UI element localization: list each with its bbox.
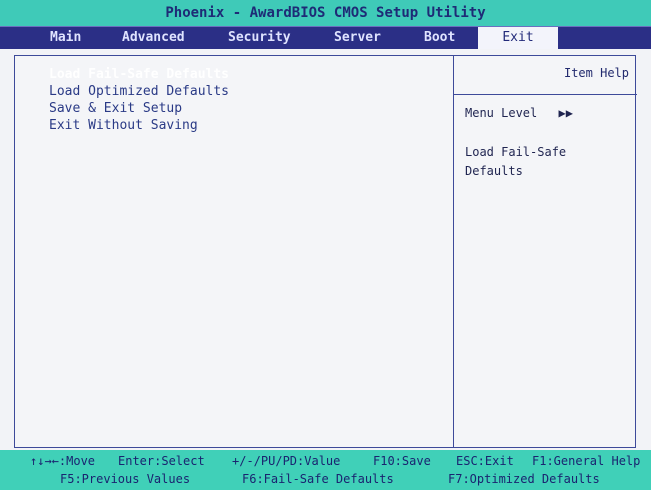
key-general-help: F1:General Help — [532, 454, 641, 468]
title-bar: Phoenix - AwardBIOS CMOS Setup Utility — [0, 0, 651, 26]
key-save: F10:Save — [373, 454, 431, 468]
menu-level-arrow-icon: ▶▶ — [558, 106, 573, 120]
key-exit: ESC:Exit — [456, 454, 514, 468]
menu-level-label: Menu Level — [465, 106, 538, 120]
tab-boot[interactable]: Boot — [418, 27, 461, 49]
tab-exit[interactable]: Exit — [478, 27, 558, 49]
exit-options-list: Load Fail-Safe Defaults Load Optimized D… — [49, 66, 229, 134]
key-previous-values: F5:Previous Values — [60, 472, 191, 486]
option-load-optimized-defaults[interactable]: Load Optimized Defaults — [49, 83, 229, 100]
help-description: Load Fail-Safe Defaults — [465, 145, 567, 178]
tab-security[interactable]: Security — [222, 27, 297, 49]
tab-main[interactable]: Main — [44, 27, 87, 49]
key-optimized-defaults: F7:Optimized Defaults — [448, 472, 600, 486]
key-select: Enter:Select — [118, 454, 205, 468]
key-help-bar: ↑↓→←:Move Enter:Select +/-/PU/PD:Value F… — [0, 450, 651, 490]
item-help-title: Item Help — [563, 66, 629, 80]
menu-bar: Main Advanced Security Server Boot Exit — [0, 26, 651, 49]
option-exit-without-saving[interactable]: Exit Without Saving — [49, 117, 229, 134]
main-panel: Load Fail-Safe Defaults Load Optimized D… — [14, 55, 637, 448]
tab-advanced[interactable]: Advanced — [116, 27, 191, 49]
bios-title: Phoenix - AwardBIOS CMOS Setup Utility — [165, 5, 486, 21]
key-fail-safe-defaults: F6:Fail-Safe Defaults — [242, 472, 394, 486]
menu-level: Menu Level ▶▶ — [465, 106, 573, 120]
tab-server[interactable]: Server — [328, 27, 387, 49]
key-move: ↑↓→←:Move — [30, 454, 96, 468]
option-load-fail-safe-defaults[interactable]: Load Fail-Safe Defaults — [49, 66, 229, 83]
option-save-exit-setup[interactable]: Save & Exit Setup — [49, 100, 229, 117]
key-value: +/-/PU/PD:Value — [232, 454, 341, 468]
help-header-divider — [453, 94, 637, 95]
panel-divider — [453, 56, 454, 447]
